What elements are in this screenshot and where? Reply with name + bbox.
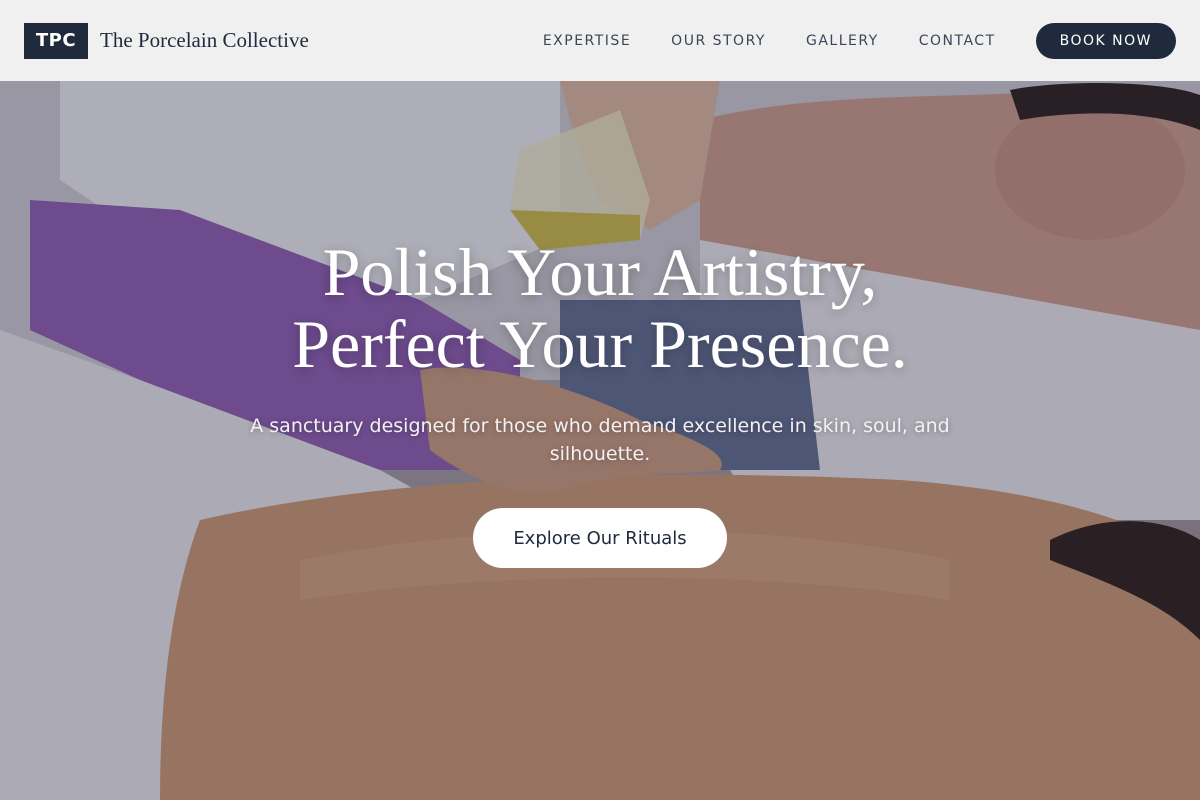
- hero-headline-line-1: Polish Your Artistry,: [322, 234, 878, 310]
- hero-subtitle: A sanctuary designed for those who deman…: [250, 415, 950, 465]
- hero-content: Polish Your Artistry, Perfect Your Prese…: [0, 236, 1200, 568]
- nav-link-gallery[interactable]: GALLERY: [806, 33, 879, 49]
- logo-mark[interactable]: TPC: [24, 22, 88, 59]
- book-now-button[interactable]: BOOK NOW: [1035, 22, 1176, 59]
- brand-name[interactable]: The Porcelain Collective: [100, 28, 309, 53]
- nav-link-our-story[interactable]: OUR STORY: [671, 33, 766, 49]
- nav-link-expertise[interactable]: EXPERTISE: [543, 33, 631, 49]
- hero-headline-line-2: Perfect Your Presence.: [292, 306, 908, 382]
- main-nav: EXPERTISE OUR STORY GALLERY CONTACT BOOK…: [543, 22, 1176, 59]
- nav-link-contact[interactable]: CONTACT: [919, 33, 996, 49]
- site-header: TPC The Porcelain Collective EXPERTISE O…: [0, 0, 1200, 81]
- hero-headline: Polish Your Artistry, Perfect Your Prese…: [0, 236, 1200, 380]
- explore-rituals-button[interactable]: Explore Our Rituals: [473, 508, 727, 568]
